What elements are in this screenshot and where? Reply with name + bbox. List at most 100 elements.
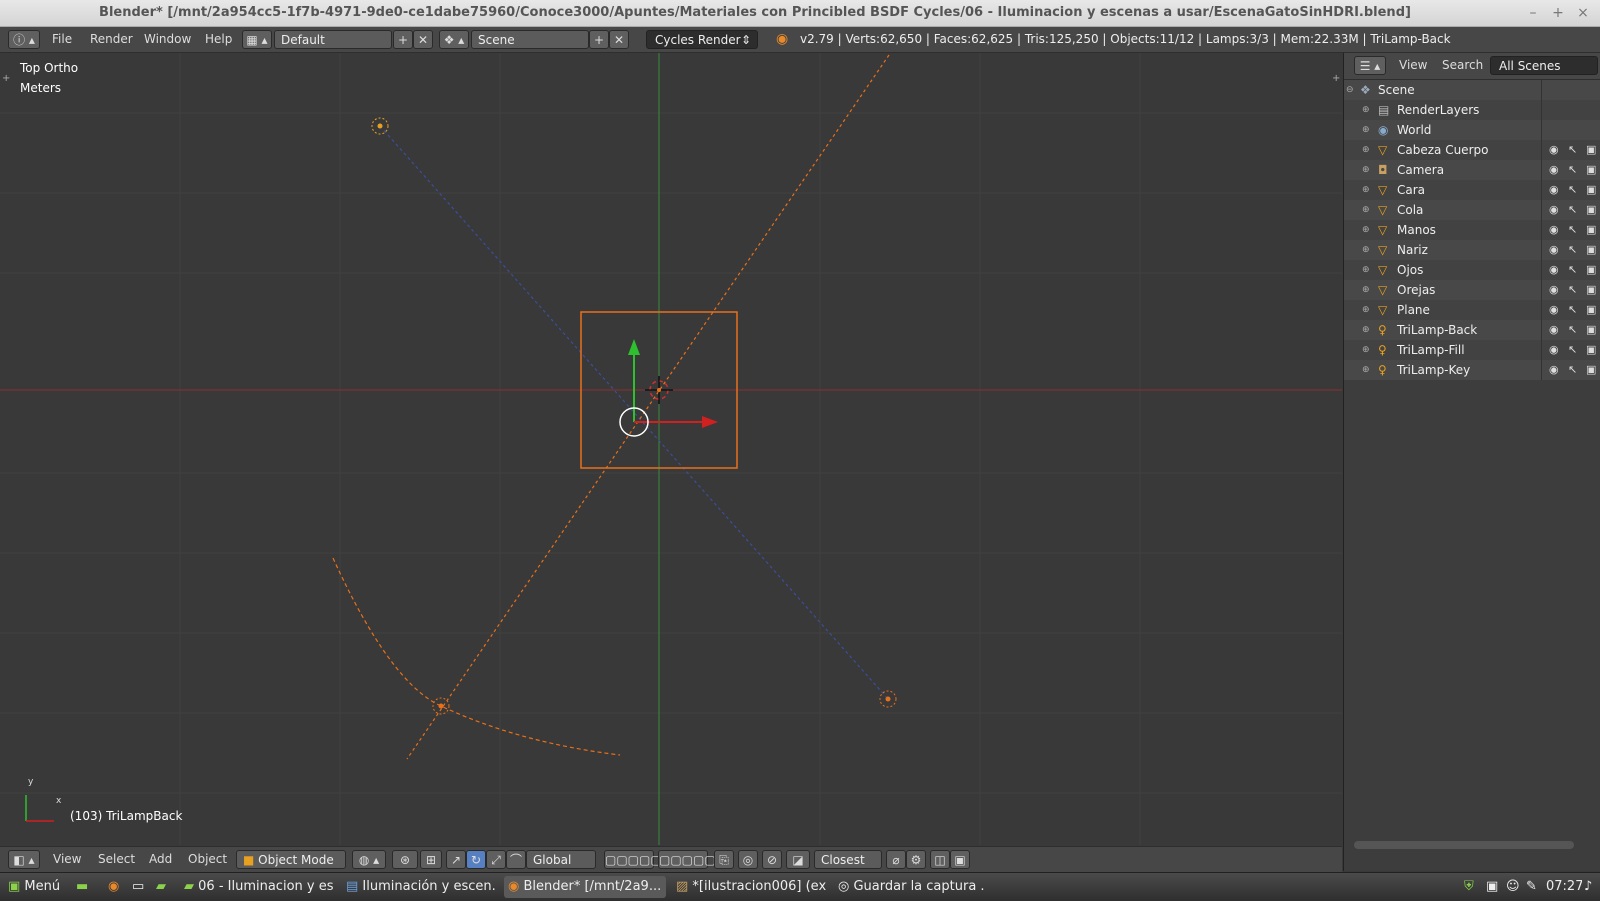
pen-icon[interactable]: ✎ [1522,876,1540,898]
renderable-camera-icon[interactable]: ▣ [1586,280,1596,300]
user-icon[interactable]: ☺ [1502,876,1520,898]
shield-icon[interactable]: ⛨ [1460,876,1480,898]
layout-add-icon[interactable]: + [393,30,413,49]
visibility-eye-icon[interactable]: ◉ [1549,280,1559,300]
selectable-cursor-icon[interactable]: ↖ [1568,220,1577,240]
expand-toggle-icon[interactable]: ⊕ [1362,180,1370,200]
selectable-cursor-icon[interactable]: ↖ [1568,280,1577,300]
selectable-cursor-icon[interactable]: ↖ [1568,140,1577,160]
visibility-eye-icon[interactable]: ◉ [1549,340,1559,360]
toolshelf-toggle-icon[interactable]: + [1332,73,1340,84]
expand-toggle-icon[interactable]: ⊕ [1362,200,1370,220]
visibility-eye-icon[interactable]: ◉ [1549,140,1559,160]
expand-toggle-icon[interactable]: ⊕ [1362,360,1370,380]
outliner-row-trilamp-fill[interactable]: ⊕ ♀ TriLamp-Fill ◉ ↖ ▣ [1344,340,1600,360]
scene-icon[interactable]: ❖ ▴ [439,30,469,49]
renderable-camera-icon[interactable]: ▣ [1586,160,1596,180]
menu-render[interactable]: Render [90,30,133,49]
layout-remove-icon[interactable]: ✕ [413,30,433,49]
expand-toggle-icon[interactable]: ⊕ [1362,300,1370,320]
selectable-cursor-icon[interactable]: ↖ [1568,300,1577,320]
scene-remove-icon[interactable]: ✕ [609,30,629,49]
snap-target-select[interactable]: Closest [814,850,882,869]
taskbar-item-blender[interactable]: ◉ Blender* [/mnt/2a9... [504,876,666,898]
outliner-row-trilamp-back[interactable]: ⊕ ♀ TriLamp-Back ◉ ↖ ▣ [1344,320,1600,340]
visibility-eye-icon[interactable]: ◉ [1549,260,1559,280]
outliner-row-trilamp-key[interactable]: ⊕ ♀ TriLamp-Key ◉ ↖ ▣ [1344,360,1600,380]
renderable-camera-icon[interactable]: ▣ [1586,240,1596,260]
visibility-eye-icon[interactable]: ◉ [1549,240,1559,260]
mode-select[interactable]: ■ Object Mode [236,850,346,869]
visibility-eye-icon[interactable]: ◉ [1549,220,1559,240]
outliner-search-menu[interactable]: Search [1442,56,1483,75]
viewport-canvas[interactable] [0,53,1342,845]
taskbar-item-document[interactable]: ▤ Iluminación y escen... [342,876,496,898]
menu-view[interactable]: View [53,850,81,869]
files-icon[interactable]: ▰ [152,876,174,898]
menu-help[interactable]: Help [205,30,232,49]
taskbar-item-folder[interactable]: ▰ 06 - Iluminacion y es... [180,876,334,898]
expand-toggle-icon[interactable]: ⊕ [1362,220,1370,240]
expand-toggle-icon[interactable]: ⊕ [1362,100,1370,120]
outliner-row-world[interactable]: ⊕ ◉ World [1344,120,1600,140]
menu-file[interactable]: File [52,30,72,49]
renderable-camera-icon[interactable]: ▣ [1586,260,1596,280]
scene-add-icon[interactable]: + [589,30,609,49]
editor-type-info-icon[interactable]: ⓘ ▴ [8,30,40,49]
expand-toggle-icon[interactable]: ⊕ [1362,140,1370,160]
visibility-eye-icon[interactable]: ◉ [1549,320,1559,340]
scene-field[interactable]: Scene [471,30,589,49]
outliner-view-menu[interactable]: View [1399,56,1427,75]
expand-toggle-icon[interactable]: ⊕ [1362,160,1370,180]
selectable-cursor-icon[interactable]: ↖ [1568,260,1577,280]
renderable-camera-icon[interactable]: ▣ [1586,300,1596,320]
opengl-render-icon[interactable]: ◫ [930,850,950,869]
start-menu-button[interactable]: ▣ Menú [4,876,66,898]
outliner-row-scene[interactable]: ⊖ ❖ Scene [1344,80,1600,100]
renderable-camera-icon[interactable]: ▣ [1586,140,1596,160]
expand-toggle-icon[interactable]: ⊕ [1362,240,1370,260]
expand-toggle-icon[interactable]: ⊖ [1346,80,1354,100]
outliner-row-cabeza-cuerpo[interactable]: ⊕ ▽ Cabeza Cuerpo ◉ ↖ ▣ [1344,140,1600,160]
renderable-camera-icon[interactable]: ▣ [1586,200,1596,220]
renderable-camera-icon[interactable]: ▣ [1586,340,1596,360]
outliner-row-orejas[interactable]: ⊕ ▽ Orejas ◉ ↖ ▣ [1344,280,1600,300]
volume-icon[interactable]: ♪ [1580,876,1600,898]
render-engine-select[interactable]: Cycles Render ⇕ [646,30,758,49]
viewport-shading-icon[interactable]: ◍ ▴ [352,850,386,869]
outliner-row-cola[interactable]: ⊕ ▽ Cola ◉ ↖ ▣ [1344,200,1600,220]
renderable-camera-icon[interactable]: ▣ [1586,180,1596,200]
show-desktop-icon[interactable]: ▬ [72,876,94,898]
snap-align-icon[interactable]: ⌀ [886,850,906,869]
visibility-eye-icon[interactable]: ◉ [1549,360,1559,380]
opengl-anim-icon[interactable]: ▣ [950,850,970,869]
proportional-edit-icon[interactable]: ◎ [738,850,758,869]
viewport-editor-type-icon[interactable]: ◧ ▴ [8,850,40,869]
outliner-row-ojos[interactable]: ⊕ ▽ Ojos ◉ ↖ ▣ [1344,260,1600,280]
selectable-cursor-icon[interactable]: ↖ [1568,180,1577,200]
outliner-display-mode-select[interactable]: All Scenes [1490,56,1598,75]
layout-field[interactable]: Default [274,30,392,49]
properties-toggle-icon[interactable]: + [2,73,10,84]
renderable-camera-icon[interactable]: ▣ [1586,320,1596,340]
visibility-eye-icon[interactable]: ◉ [1549,300,1559,320]
visibility-eye-icon[interactable]: ◉ [1549,160,1559,180]
taskbar-item-image-editor[interactable]: ▨ *[ilustracion006] (ex... [672,876,826,898]
expand-toggle-icon[interactable]: ⊕ [1362,260,1370,280]
selectable-cursor-icon[interactable]: ↖ [1568,160,1577,180]
clock[interactable]: 07:27 [1542,876,1582,898]
transform-orientation-select[interactable]: Global [526,850,596,869]
outliner-row-cara[interactable]: ⊕ ▽ Cara ◉ ↖ ▣ [1344,180,1600,200]
outliner-row-camera[interactable]: ⊕ ◘ Camera ◉ ↖ ▣ [1344,160,1600,180]
expand-toggle-icon[interactable]: ⊕ [1362,120,1370,140]
outliner-editor-type-icon[interactable]: ☰ ▴ [1354,56,1386,75]
expand-toggle-icon[interactable]: ⊕ [1362,320,1370,340]
visibility-eye-icon[interactable]: ◉ [1549,200,1559,220]
snap-element-icon[interactable]: ◪ [786,850,810,869]
layer-lock-icon[interactable]: ⎘ [714,850,734,869]
layers-grid-b[interactable]: ▢▢▢▢▢ [658,850,716,869]
manipulator-toggle-icon[interactable]: ⊞ [420,850,442,869]
menu-select[interactable]: Select [98,850,135,869]
minimize-button[interactable]: – [1520,0,1546,26]
menu-object[interactable]: Object [188,850,227,869]
